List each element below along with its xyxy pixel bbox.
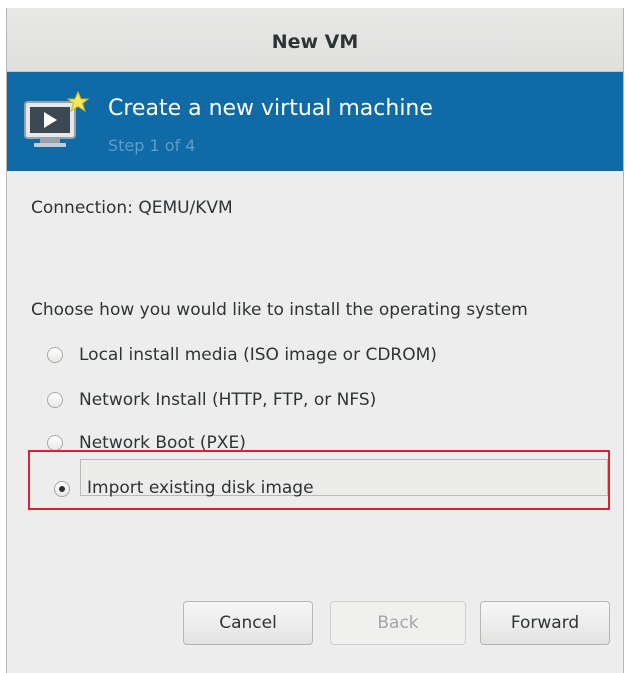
radio-network-install[interactable]: Network Install (HTTP, FTP, or NFS): [47, 385, 376, 415]
cancel-button[interactable]: Cancel: [183, 601, 313, 645]
radio-button[interactable]: [47, 435, 63, 451]
step-indicator: Step 1 of 4: [108, 136, 196, 155]
radio-button[interactable]: [47, 347, 63, 363]
radio-import-existing-disk-image[interactable]: Import existing disk image: [87, 473, 314, 503]
banner-heading: Create a new virtual machine: [108, 96, 433, 121]
window-title: New VM: [271, 30, 359, 53]
forward-button[interactable]: Forward: [480, 601, 610, 645]
wizard-banner: Create a new virtual machine Step 1 of 4: [7, 72, 623, 171]
window-titlebar[interactable]: New VM: [7, 8, 623, 72]
radio-label: Network Install (HTTP, FTP, or NFS): [79, 390, 377, 410]
radio-label: Network Boot (PXE): [79, 433, 246, 453]
vm-monitor-icon: [24, 90, 89, 147]
radio-button-selected[interactable]: [54, 481, 70, 497]
radio-local-install-media[interactable]: Local install media (ISO image or CDROM): [47, 340, 437, 370]
radio-button[interactable]: [47, 392, 63, 408]
connection-label: Connection: QEMU/KVM: [31, 198, 233, 218]
back-button[interactable]: Back: [330, 601, 466, 645]
radio-label: Local install media (ISO image or CDROM): [79, 345, 437, 365]
radio-label: Import existing disk image: [87, 478, 314, 498]
install-method-prompt: Choose how you would like to install the…: [31, 300, 528, 320]
radio-network-boot[interactable]: Network Boot (PXE): [47, 428, 246, 458]
